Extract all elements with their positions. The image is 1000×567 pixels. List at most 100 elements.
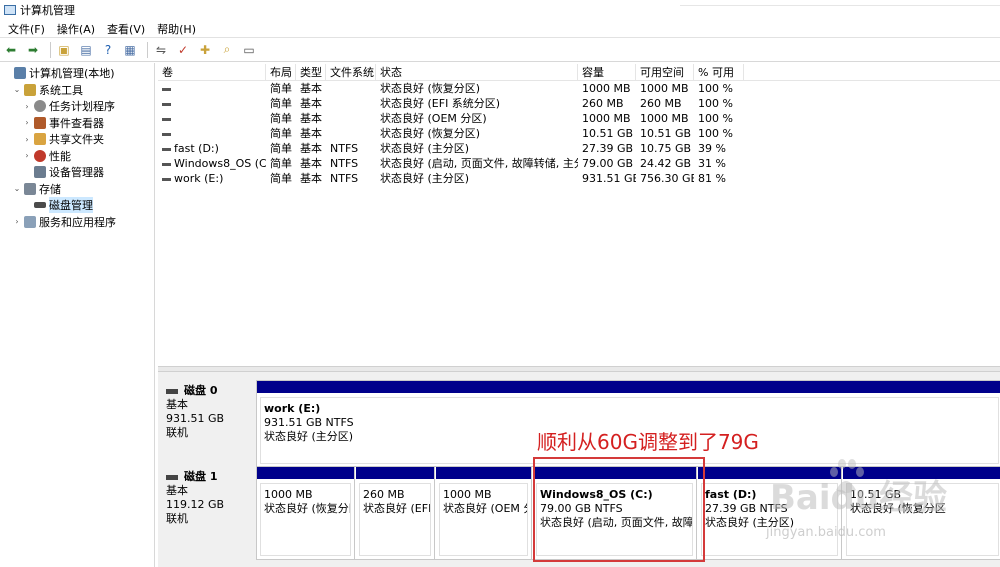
volume-cell bbox=[158, 81, 266, 96]
partition-block[interactable]: 1000 MB状态良好 (OEM 分[区 bbox=[436, 467, 532, 559]
expand-chevron-icon[interactable]: › bbox=[22, 151, 32, 160]
column-header[interactable]: 类型 bbox=[296, 64, 326, 80]
volume-list: 卷布局 类型 文件系统 状态 容量 可用空间% 可用 简单 基本 状态良好 (恢复分区) 100… bbox=[158, 64, 1000, 366]
table-row[interactable]: work (E:) 简单 基本 NTFS 状态良好 (主分区) 931.51 GB 756.… bbox=[158, 171, 1000, 186]
partition-block[interactable]: 10.51 GB 状态良好 (恢复分区 bbox=[843, 467, 1000, 559]
disk-type: 基本 bbox=[166, 484, 188, 497]
tree-item[interactable]: › 事件查看器 bbox=[0, 115, 154, 132]
expand-chevron-icon[interactable]: ⌄ bbox=[12, 184, 22, 193]
forward-arrow-icon[interactable]: ➡ bbox=[24, 41, 42, 59]
table-cell: 10.51 GB bbox=[582, 127, 634, 140]
table-cell: 100 % bbox=[698, 97, 733, 110]
title-bar-edge bbox=[680, 0, 1000, 6]
column-header[interactable]: % 可用 bbox=[694, 64, 744, 80]
expand-chevron-icon[interactable]: › bbox=[22, 118, 32, 127]
tree-item[interactable]: ⌄ 存储 bbox=[0, 181, 154, 198]
table-cell: 39 % bbox=[698, 142, 726, 155]
table-cell: 基本 bbox=[300, 82, 322, 95]
partition-name: fast (D:) bbox=[705, 488, 757, 501]
table-cell: 状态良好 (恢复分区) bbox=[380, 82, 481, 95]
expand-chevron-icon[interactable]: › bbox=[12, 217, 22, 226]
help-icon[interactable]: ? bbox=[99, 41, 117, 59]
tree-item[interactable]: 磁盘管理 bbox=[0, 197, 154, 214]
table-cell: 状态良好 (恢复分区) bbox=[380, 127, 481, 140]
shared-folder-icon bbox=[34, 133, 46, 146]
table-row[interactable]: 简单 基本 状态良好 (恢复分区) 1000 MB 1000 MB 100 % bbox=[158, 81, 1000, 96]
table-cell: 100 % bbox=[698, 127, 733, 140]
partition-details: 10.51 GB 状态良好 (恢复分区 bbox=[846, 483, 999, 556]
menu-view[interactable]: 查看(V) bbox=[101, 21, 151, 37]
back-arrow-icon[interactable]: ⬅ bbox=[2, 41, 20, 59]
table-cell: 基本 bbox=[300, 172, 322, 185]
table-row[interactable]: 简单 基本 状态良好 (恢复分区) 10.51 GB 10.51 GB 100 % bbox=[158, 126, 1000, 141]
partition-name: work (E:) bbox=[264, 402, 321, 415]
column-header[interactable]: 容量 bbox=[578, 64, 636, 80]
new-doc-icon[interactable]: ✚ bbox=[196, 41, 214, 59]
menu-help[interactable]: 帮助(H) bbox=[151, 21, 202, 37]
tree-item[interactable]: › 性能 bbox=[0, 148, 154, 165]
table-cell: 基本 bbox=[300, 97, 322, 110]
expand-chevron-icon[interactable]: ⌄ bbox=[12, 85, 22, 94]
partition-details: 260 MB状态良好 (EFI 系 bbox=[359, 483, 431, 556]
show-tree-icon[interactable]: ▤ bbox=[77, 41, 95, 59]
search-doc-icon[interactable]: ⌕ bbox=[218, 41, 236, 59]
tree-item-label: 设备管理器 bbox=[49, 166, 104, 180]
table-cell: 状态良好 (OEM 分区) bbox=[380, 112, 487, 125]
partition-size: 10.51 GB bbox=[850, 488, 902, 501]
table-row[interactable]: 简单 基本 状态良好 (OEM 分区) 1000 MB 1000 MB 100 % bbox=[158, 111, 1000, 126]
table-cell: 24.42 GB bbox=[640, 157, 692, 170]
partition-bar bbox=[843, 467, 1000, 479]
partition-status: 状态良好 (恢复分区 bbox=[850, 502, 946, 515]
table-cell: 简单 bbox=[270, 82, 292, 95]
partition-status: 状态良好 (主分区) bbox=[705, 516, 795, 529]
console-icon[interactable]: ▭ bbox=[240, 41, 258, 59]
tree-item[interactable]: ⌄ 系统工具 bbox=[0, 82, 154, 99]
tree-item[interactable]: › 服务和应用程序 bbox=[0, 214, 154, 231]
volume-name: Windows8_OS (C:) bbox=[174, 157, 266, 170]
annotation-text: 顺利从60G调整到了79G bbox=[537, 430, 759, 454]
table-cell: 931.51 GB bbox=[582, 172, 636, 185]
column-header[interactable]: 可用空间 bbox=[636, 64, 694, 80]
table-cell: 基本 bbox=[300, 127, 322, 140]
disk-name-row: 磁盘 1 bbox=[166, 470, 254, 484]
checklist-icon[interactable]: ✓ bbox=[174, 41, 192, 59]
disk-info-1[interactable]: 磁盘 1 基本 119.12 GB 联机 bbox=[160, 470, 254, 526]
partition-block[interactable]: 1000 MB 状态良好 (恢复分区 bbox=[257, 467, 355, 559]
partition-size: 27.39 GB NTFS bbox=[705, 502, 788, 515]
table-cell bbox=[326, 111, 376, 126]
partition-status: 状态良好 (恢复分区 bbox=[264, 502, 351, 515]
annotation-highlight-box bbox=[533, 457, 705, 562]
table-row[interactable]: 简单 基本 状态良好 (EFI 系统分区) 260 MB 260 MB 100 % bbox=[158, 96, 1000, 111]
column-header[interactable]: 布局 bbox=[266, 64, 296, 80]
partition-block[interactable]: fast (D:) 27.39 GB NTFS 状态良好 (主分区) bbox=[698, 467, 842, 559]
up-folder-icon[interactable]: ▣ bbox=[55, 41, 73, 59]
table-cell: 状态良好 (EFI 系统分区) bbox=[380, 97, 501, 110]
column-header[interactable]: 卷 bbox=[158, 64, 266, 80]
table-cell: 状态良好 (主分区) bbox=[380, 142, 470, 155]
menu-file[interactable]: 文件(F) bbox=[2, 21, 51, 37]
tree-item[interactable]: › 任务计划程序 bbox=[0, 98, 154, 115]
partition-bar bbox=[257, 381, 1000, 393]
table-row[interactable]: fast (D:) 简单 基本 NTFS 状态良好 (主分区) 27.39 GB 10.75… bbox=[158, 141, 1000, 156]
expand-chevron-icon[interactable]: › bbox=[22, 102, 32, 111]
tree-item[interactable]: 设备管理器 bbox=[0, 164, 154, 181]
connect-icon[interactable]: ⇋ bbox=[152, 41, 170, 59]
properties-icon[interactable]: ▦ bbox=[121, 41, 139, 59]
table-cell: 10.75 GB bbox=[640, 142, 692, 155]
computer-management-icon bbox=[4, 5, 16, 15]
column-header[interactable]: 文件系统 bbox=[326, 64, 376, 80]
toolbar-separator bbox=[50, 41, 51, 58]
tree-item[interactable]: 计算机管理(本地) bbox=[0, 65, 154, 82]
expand-chevron-icon[interactable]: › bbox=[22, 135, 32, 144]
tree-item[interactable]: › 共享文件夹 bbox=[0, 131, 154, 148]
disk-name: 磁盘 1 bbox=[184, 470, 218, 483]
partition-block[interactable]: 260 MB状态良好 (EFI 系 bbox=[356, 467, 435, 559]
tree-item-label: 性能 bbox=[49, 149, 71, 163]
column-header[interactable]: 状态 bbox=[376, 64, 578, 80]
table-row[interactable]: Windows8_OS (C:) 简单 基本 NTFS 状态良好 (启动, 页面文件, … bbox=[158, 156, 1000, 171]
table-cell: 简单 bbox=[270, 127, 292, 140]
tree-item-label: 事件查看器 bbox=[49, 116, 104, 130]
menu-action[interactable]: 操作(A) bbox=[51, 21, 101, 37]
disk-size: 931.51 GB bbox=[166, 412, 225, 425]
disk-info-0[interactable]: 磁盘 0 基本 931.51 GB 联机 bbox=[160, 384, 254, 440]
